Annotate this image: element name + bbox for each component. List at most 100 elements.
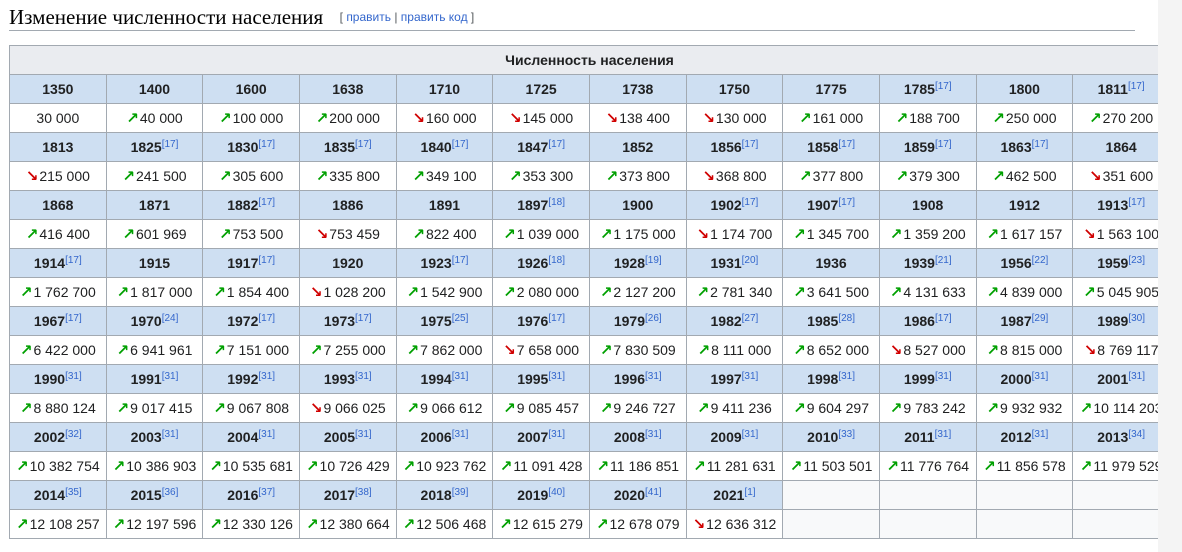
reference-link[interactable]: [17] bbox=[452, 139, 469, 150]
value-row: ↗8 880 124 ↗9 017 415 ↗9 067 808 ↘9 066 025… bbox=[9, 393, 1170, 423]
reference-link[interactable]: [17] bbox=[935, 139, 952, 150]
reference-link[interactable]: [31] bbox=[65, 371, 82, 382]
reference-link[interactable]: [41] bbox=[645, 487, 662, 498]
reference-link[interactable]: [29] bbox=[1032, 313, 1049, 324]
reference-link[interactable]: [19] bbox=[645, 255, 662, 266]
reference-link[interactable]: [31] bbox=[645, 429, 662, 440]
reference-link[interactable]: [31] bbox=[452, 371, 469, 382]
year-label: 1750 bbox=[718, 81, 750, 97]
reference-link[interactable]: [21] bbox=[935, 255, 952, 266]
reference-note: [20] bbox=[742, 255, 759, 266]
reference-link[interactable]: [1] bbox=[744, 487, 755, 498]
reference-link[interactable]: [32] bbox=[65, 429, 82, 440]
page-scrollbar[interactable] bbox=[1158, 0, 1182, 552]
reference-link[interactable]: [31] bbox=[162, 371, 179, 382]
reference-link[interactable]: [31] bbox=[548, 429, 565, 440]
reference-link[interactable]: [18] bbox=[548, 197, 565, 208]
reference-link[interactable]: [31] bbox=[162, 429, 179, 440]
year-label: 1972 bbox=[227, 313, 259, 329]
year-label: 1928 bbox=[613, 255, 645, 271]
reference-link[interactable]: [31] bbox=[355, 429, 372, 440]
reference-link[interactable]: [26] bbox=[645, 313, 662, 324]
reference-link[interactable]: [17] bbox=[162, 139, 179, 150]
reference-link[interactable]: [17] bbox=[935, 313, 952, 324]
reference-link[interactable]: [17] bbox=[548, 313, 565, 324]
reference-link[interactable]: [17] bbox=[258, 197, 275, 208]
population-cell: ↘12 636 312 bbox=[685, 509, 784, 539]
reference-link[interactable]: [37] bbox=[258, 487, 275, 498]
reference-link[interactable]: [17] bbox=[1032, 139, 1049, 150]
reference-link[interactable]: [22] bbox=[1032, 255, 1049, 266]
reference-link[interactable]: [17] bbox=[838, 139, 855, 150]
reference-link[interactable]: [17] bbox=[258, 255, 275, 266]
reference-link[interactable]: [31] bbox=[1032, 371, 1049, 382]
trend-up-icon: ↗ bbox=[697, 342, 711, 359]
reference-link[interactable]: [31] bbox=[1128, 371, 1145, 382]
population-value: 12 197 596 bbox=[126, 516, 197, 532]
trend-down-icon: ↘ bbox=[509, 110, 522, 127]
population-value: 11 979 529 bbox=[1093, 458, 1163, 474]
reference-link[interactable]: [24] bbox=[162, 313, 179, 324]
reference-link[interactable]: [23] bbox=[1128, 255, 1145, 266]
reference-link[interactable]: [17] bbox=[742, 139, 759, 150]
reference-link[interactable]: [17] bbox=[838, 197, 855, 208]
reference-link[interactable]: [35] bbox=[65, 487, 82, 498]
reference-link[interactable]: [31] bbox=[548, 371, 565, 382]
reference-link[interactable]: [17] bbox=[1128, 81, 1145, 92]
edit-link[interactable]: править bbox=[346, 10, 391, 24]
reference-link[interactable]: [31] bbox=[838, 371, 855, 382]
reference-link[interactable]: [31] bbox=[355, 371, 372, 382]
reference-note: [40] bbox=[548, 487, 565, 498]
reference-link[interactable]: [34] bbox=[1128, 429, 1145, 440]
year-label: 1825 bbox=[130, 139, 162, 155]
reference-link[interactable]: [17] bbox=[258, 313, 275, 324]
reference-link[interactable]: [39] bbox=[452, 487, 469, 498]
reference-note: [17] bbox=[742, 197, 759, 208]
population-cell: ↗373 800 bbox=[588, 161, 687, 191]
reference-link[interactable]: [20] bbox=[742, 255, 759, 266]
year-cell: 1864 bbox=[1072, 132, 1170, 162]
reference-link[interactable]: [17] bbox=[65, 313, 82, 324]
reference-link[interactable]: [33] bbox=[838, 429, 855, 440]
population-value: 1 817 000 bbox=[130, 284, 193, 300]
reference-link[interactable]: [17] bbox=[742, 197, 759, 208]
population-cell: ↗8 111 000 bbox=[685, 335, 784, 365]
reference-link[interactable]: [31] bbox=[1032, 429, 1049, 440]
year-cell bbox=[1072, 480, 1170, 510]
reference-link[interactable]: [31] bbox=[645, 371, 662, 382]
reference-note: [17] bbox=[258, 197, 275, 208]
reference-link[interactable]: [17] bbox=[548, 139, 565, 150]
year-label: 1800 bbox=[1008, 81, 1040, 97]
reference-link[interactable]: [31] bbox=[935, 371, 952, 382]
reference-link[interactable]: [31] bbox=[258, 371, 275, 382]
year-cell: 1775 bbox=[782, 74, 880, 104]
reference-link[interactable]: [38] bbox=[355, 487, 372, 498]
reference-link[interactable]: [17] bbox=[935, 81, 952, 92]
population-value: 12 678 079 bbox=[609, 516, 680, 532]
reference-link[interactable]: [17] bbox=[258, 139, 275, 150]
reference-link[interactable]: [40] bbox=[548, 487, 565, 498]
population-cell: ↗7 862 000 bbox=[395, 335, 494, 365]
year-label: 1891 bbox=[428, 197, 461, 213]
reference-link[interactable]: [25] bbox=[452, 313, 469, 324]
trend-down-icon: ↘ bbox=[702, 110, 715, 127]
reference-link[interactable]: [17] bbox=[65, 255, 82, 266]
value-row: ↗416 400 ↗601 969 ↗753 500 ↘753 459 ↗822 400… bbox=[9, 219, 1170, 249]
year-cell: 1914[17] bbox=[9, 248, 107, 278]
reference-link[interactable]: [17] bbox=[355, 139, 372, 150]
reference-link[interactable]: [31] bbox=[935, 429, 952, 440]
reference-link[interactable]: [31] bbox=[452, 429, 469, 440]
reference-link[interactable]: [18] bbox=[548, 255, 565, 266]
reference-link[interactable]: [31] bbox=[258, 429, 275, 440]
reference-link[interactable]: [36] bbox=[162, 487, 179, 498]
reference-link[interactable]: [17] bbox=[355, 313, 372, 324]
reference-link[interactable]: [27] bbox=[742, 313, 759, 324]
reference-link[interactable]: [17] bbox=[452, 255, 469, 266]
trend-up-icon: ↗ bbox=[499, 516, 512, 533]
reference-link[interactable]: [31] bbox=[742, 371, 759, 382]
reference-link[interactable]: [31] bbox=[742, 429, 759, 440]
reference-link[interactable]: [30] bbox=[1128, 313, 1145, 324]
reference-link[interactable]: [17] bbox=[1128, 197, 1145, 208]
reference-link[interactable]: [28] bbox=[838, 313, 855, 324]
edit-source-link[interactable]: править код bbox=[401, 10, 468, 24]
